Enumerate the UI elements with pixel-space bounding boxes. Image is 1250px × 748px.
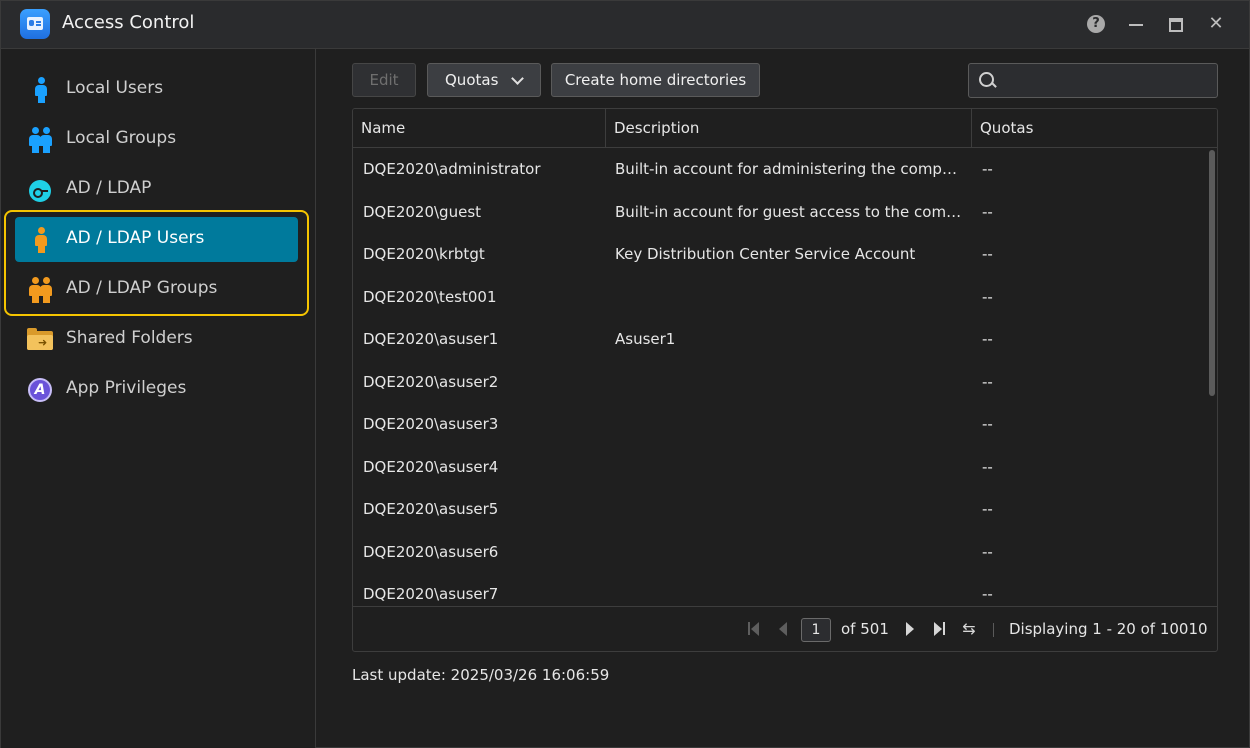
table-row[interactable]: DQE2020\asuser3 --	[353, 404, 1207, 446]
group-icon	[27, 126, 55, 154]
cell-quota: --	[982, 458, 993, 476]
table-row[interactable]: DQE2020\asuser4 --	[353, 447, 1207, 489]
create-home-directories-button[interactable]: Create home directories	[551, 63, 760, 97]
pagination-bar: of 501 ⇆ Displaying 1 - 20 of 10010	[353, 606, 1217, 651]
table-row[interactable]: DQE2020\asuser1 Asuser1 --	[353, 319, 1207, 361]
access-control-window: Access Control ? ✕ Local Users Local Gro…	[0, 0, 1250, 748]
sidebar-item-ad-ldap[interactable]: AD / LDAP	[15, 167, 298, 212]
cell-quota: --	[982, 288, 993, 306]
close-icon[interactable]: ✕	[1205, 13, 1227, 35]
cell-name: DQE2020\asuser7	[363, 585, 499, 603]
sidebar: Local Users Local Groups AD / LDAP AD / …	[1, 49, 316, 748]
title-bar: Access Control ? ✕	[1, 1, 1249, 49]
sidebar-item-label: App Privileges	[66, 378, 187, 398]
sidebar-item-ad-ldap-groups[interactable]: AD / LDAP Groups	[15, 267, 298, 312]
table-row[interactable]: DQE2020\guest Built-in account for guest…	[353, 192, 1207, 234]
last-update-status: Last update: 2025/03/26 16:06:59	[352, 666, 610, 684]
quotas-dropdown-button[interactable]: Quotas	[427, 63, 541, 97]
cell-quota: --	[982, 415, 993, 433]
table-row[interactable]: DQE2020\asuser7 --	[353, 574, 1207, 606]
minimize-icon[interactable]	[1125, 13, 1147, 35]
sidebar-item-local-users[interactable]: Local Users	[15, 67, 298, 112]
users-table: Name Description Quotas DQE2020\administ…	[352, 108, 1218, 652]
cell-quota: --	[982, 203, 993, 221]
refresh-icon[interactable]: ⇆	[960, 619, 978, 639]
privileges-icon: A	[27, 376, 55, 404]
column-header-name[interactable]: Name	[353, 109, 606, 147]
maximize-icon[interactable]	[1165, 13, 1187, 35]
search-box[interactable]	[968, 63, 1218, 98]
display-range-label: Displaying 1 - 20 of 10010	[1009, 620, 1208, 638]
sidebar-item-label: Shared Folders	[66, 328, 193, 348]
table-row[interactable]: DQE2020\krbtgt Key Distribution Center S…	[353, 234, 1207, 276]
sidebar-item-label: AD / LDAP Users	[66, 228, 205, 248]
quotas-button-label: Quotas	[445, 71, 499, 89]
cell-name: DQE2020\asuser1	[363, 330, 499, 348]
cell-name: DQE2020\asuser4	[363, 458, 499, 476]
cell-quota: --	[982, 543, 993, 561]
sidebar-item-ad-ldap-users[interactable]: AD / LDAP Users	[15, 217, 298, 262]
sidebar-item-label: AD / LDAP	[66, 178, 152, 198]
sidebar-item-app-privileges[interactable]: A App Privileges	[15, 367, 298, 412]
group-icon	[27, 276, 55, 304]
pagination-divider	[993, 623, 994, 637]
table-row[interactable]: DQE2020\asuser6 --	[353, 532, 1207, 574]
table-row[interactable]: DQE2020\asuser2 --	[353, 362, 1207, 404]
sidebar-item-shared-folders[interactable]: ➜ Shared Folders	[15, 317, 298, 362]
last-page-icon[interactable]	[931, 619, 949, 639]
scrollbar-thumb[interactable]	[1209, 150, 1215, 396]
sidebar-item-label: AD / LDAP Groups	[66, 278, 218, 298]
cell-quota: --	[982, 373, 993, 391]
sidebar-item-local-groups[interactable]: Local Groups	[15, 117, 298, 162]
search-input[interactable]	[1003, 70, 1212, 92]
edit-button[interactable]: Edit	[352, 63, 416, 97]
cell-name: DQE2020\asuser3	[363, 415, 499, 433]
cell-name: DQE2020\guest	[363, 203, 482, 221]
column-header-quotas[interactable]: Quotas	[972, 109, 1217, 147]
sidebar-item-label: Local Groups	[66, 128, 177, 148]
help-icon[interactable]: ?	[1085, 13, 1107, 35]
cell-name: DQE2020\administrator	[363, 160, 541, 178]
folder-icon: ➜	[27, 326, 55, 354]
cell-quota: --	[982, 500, 993, 518]
chevron-down-icon	[511, 72, 524, 85]
cell-description: Key Distribution Center Service Account	[615, 245, 916, 263]
user-icon	[27, 226, 55, 254]
table-row[interactable]: DQE2020\asuser5 --	[353, 489, 1207, 531]
access-control-app-icon	[20, 9, 50, 39]
cell-name: DQE2020\krbtgt	[363, 245, 485, 263]
cell-name: DQE2020\asuser6	[363, 543, 499, 561]
cell-name: DQE2020\test001	[363, 288, 497, 306]
table-header: Name Description Quotas	[353, 109, 1217, 148]
cell-quota: --	[982, 245, 993, 263]
search-icon	[979, 72, 997, 90]
table-row[interactable]: DQE2020\test001 --	[353, 277, 1207, 319]
key-icon	[27, 176, 55, 204]
first-page-icon[interactable]	[745, 619, 763, 639]
window-title: Access Control	[62, 12, 195, 33]
column-header-description[interactable]: Description	[606, 109, 972, 147]
table-scrollbar[interactable]	[1207, 148, 1217, 606]
page-number-input[interactable]	[801, 618, 831, 642]
table-row[interactable]: DQE2020\administrator Built-in account f…	[353, 149, 1207, 191]
sidebar-item-label: Local Users	[66, 78, 164, 98]
page-count-label: of 501	[841, 620, 889, 638]
next-page-icon[interactable]	[903, 619, 921, 639]
cell-description: Asuser1	[615, 330, 676, 348]
table-body: DQE2020\administrator Built-in account f…	[353, 148, 1217, 606]
cell-name: DQE2020\asuser2	[363, 373, 499, 391]
user-icon	[27, 76, 55, 104]
cell-quota: --	[982, 330, 993, 348]
cell-description: Built-in account for administering the c…	[615, 160, 963, 178]
main-panel: Edit Quotas Create home directories Name…	[316, 49, 1250, 748]
previous-page-icon[interactable]	[775, 619, 793, 639]
cell-quota: --	[982, 160, 993, 178]
cell-quota: --	[982, 585, 993, 603]
cell-name: DQE2020\asuser5	[363, 500, 499, 518]
cell-description: Built-in account for guest access to the…	[615, 203, 963, 221]
